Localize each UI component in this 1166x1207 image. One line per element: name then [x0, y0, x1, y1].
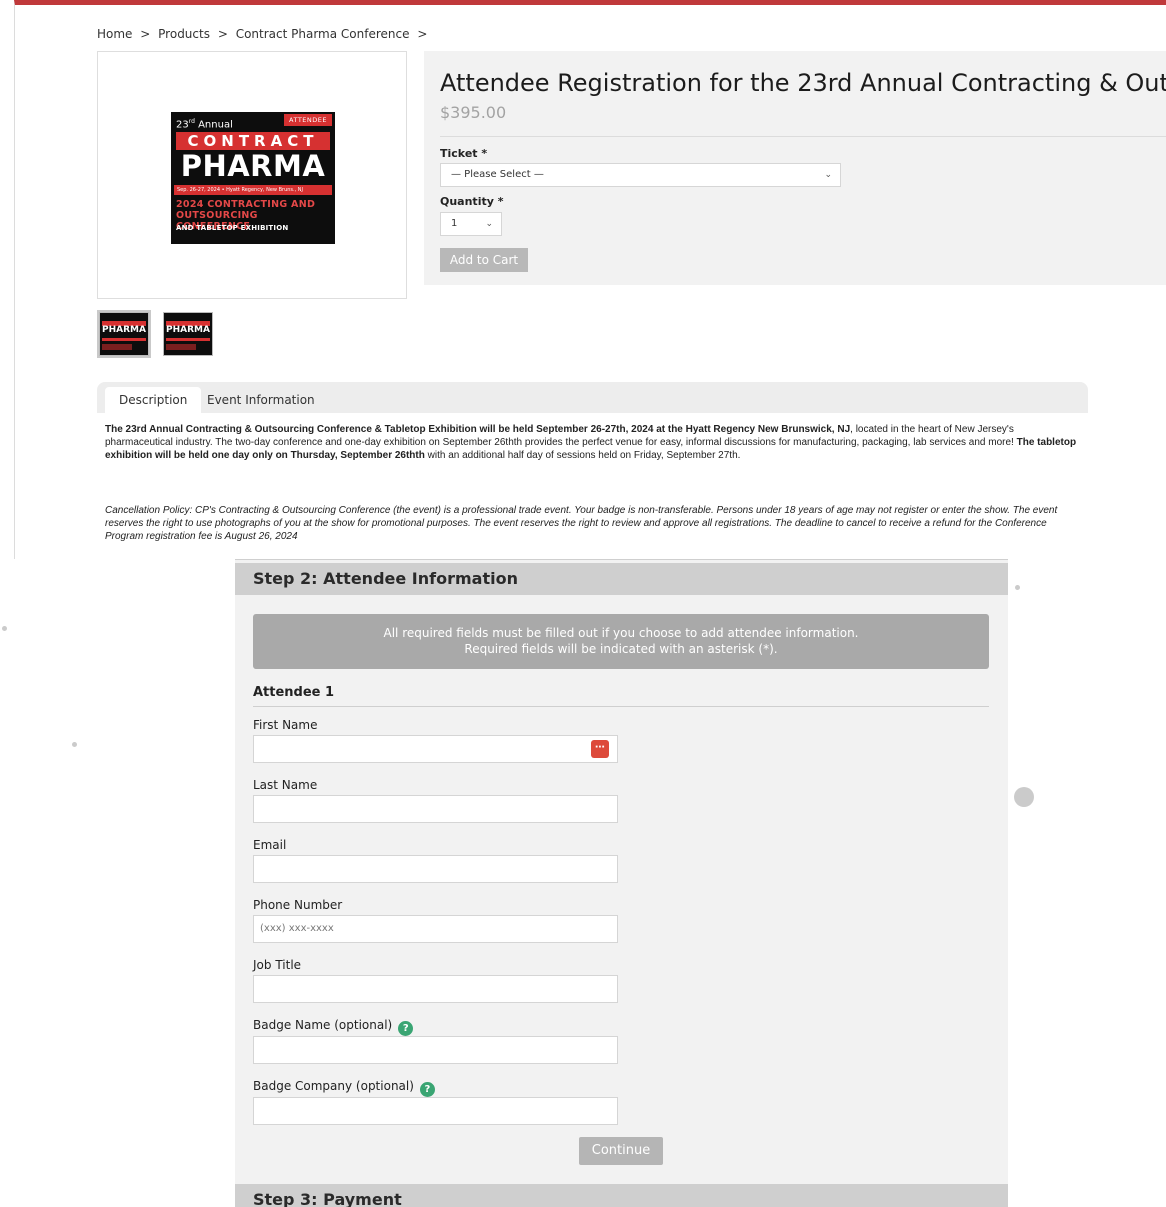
background-dot	[2, 626, 7, 631]
help-icon[interactable]: ?	[398, 1021, 414, 1036]
quantity-label: Quantity *	[440, 195, 504, 208]
divider	[440, 136, 1166, 137]
logo-tabletop: AND TABLETOP EXHIBITION	[176, 224, 289, 232]
attendee-form-panel: Step 2: Attendee Information All require…	[235, 559, 1008, 1207]
email-label: Email	[253, 838, 287, 852]
step3-title: Step 3: Payment	[253, 1190, 402, 1207]
product-price: $395.00	[440, 103, 507, 122]
divider	[253, 706, 989, 707]
tab-description[interactable]: Description	[105, 387, 202, 413]
quantity-select[interactable]: 1 ⌄	[440, 212, 502, 236]
background-dot	[72, 742, 77, 747]
password-manager-icon[interactable]: ⋯	[591, 740, 609, 758]
email-field[interactable]	[253, 855, 618, 883]
step2-header: Step 2: Attendee Information	[235, 563, 1008, 595]
breadcrumb-home[interactable]: Home	[97, 27, 132, 41]
step2-title: Step 2: Attendee Information	[253, 569, 518, 588]
badge-company-field[interactable]	[253, 1097, 618, 1125]
product-info-panel: Attendee Registration for the 23rd Annua…	[424, 51, 1166, 285]
background-dot	[1014, 787, 1034, 807]
breadcrumb-separator: >	[417, 27, 428, 41]
logo-contract: CONTRACT	[176, 132, 330, 150]
logo-pharma: PHARMA	[180, 149, 326, 183]
chevron-down-icon: ⌄	[485, 219, 493, 229]
attendee-title: Attendee 1	[253, 685, 335, 700]
conference-logo: 23rd Annual ATTENDEE CONTRACT PHARMA Sep…	[171, 112, 335, 244]
badge-name-label: Badge Name (optional)?	[253, 1018, 414, 1036]
first-name-label: First Name	[253, 718, 318, 732]
tab-event-information[interactable]: Event Information	[193, 387, 329, 413]
product-thumbnail[interactable]: PHARMA	[99, 312, 149, 356]
product-page: Home > Products > Contract Pharma Confer…	[14, 0, 1166, 559]
logo-annual: 23rd Annual	[176, 118, 233, 131]
background-dot	[1015, 585, 1020, 590]
last-name-label: Last Name	[253, 778, 318, 792]
job-title-field[interactable]	[253, 975, 618, 1003]
badge-name-field[interactable]	[253, 1036, 618, 1064]
phone-field[interactable]: (xxx) xxx-xxxx	[253, 915, 618, 943]
step3-header[interactable]: Step 3: Payment	[235, 1184, 1008, 1207]
badge-company-label: Badge Company (optional)?	[253, 1079, 435, 1097]
help-icon[interactable]: ?	[419, 1082, 435, 1097]
logo-dates: Sep. 26-27, 2024 • Hyatt Regency, New Br…	[174, 185, 332, 195]
tabs-bar: Description Event Information	[97, 382, 1088, 413]
required-fields-notice: All required fields must be filled out i…	[253, 614, 989, 669]
ticket-select[interactable]: — Please Select — ⌄	[440, 163, 841, 187]
cancellation-policy: Cancellation Policy: CP's Contracting & …	[105, 505, 1058, 542]
first-name-field[interactable]: ⋯	[253, 735, 618, 763]
last-name-field[interactable]	[253, 795, 618, 823]
breadcrumb-products[interactable]: Products	[158, 27, 210, 41]
product-thumbnail[interactable]: PHARMA	[163, 312, 213, 356]
product-title: Attendee Registration for the 23rd Annua…	[440, 69, 1166, 97]
breadcrumb-separator: >	[217, 27, 228, 41]
phone-label: Phone Number	[253, 898, 343, 912]
logo-attendee-badge: ATTENDEE	[284, 114, 332, 126]
breadcrumb: Home > Products > Contract Pharma Confer…	[97, 27, 431, 41]
job-title-label: Job Title	[253, 958, 302, 972]
product-main-image: 23rd Annual ATTENDEE CONTRACT PHARMA Sep…	[97, 51, 407, 299]
add-to-cart-button[interactable]: Add to Cart	[440, 248, 528, 272]
ticket-label: Ticket *	[440, 147, 488, 160]
continue-button[interactable]: Continue	[579, 1137, 663, 1165]
description-text: The 23rd Annual Contracting & Outsourcin…	[105, 424, 1077, 461]
breadcrumb-separator: >	[140, 27, 151, 41]
breadcrumb-category[interactable]: Contract Pharma Conference	[236, 27, 410, 41]
chevron-down-icon: ⌄	[824, 170, 832, 180]
